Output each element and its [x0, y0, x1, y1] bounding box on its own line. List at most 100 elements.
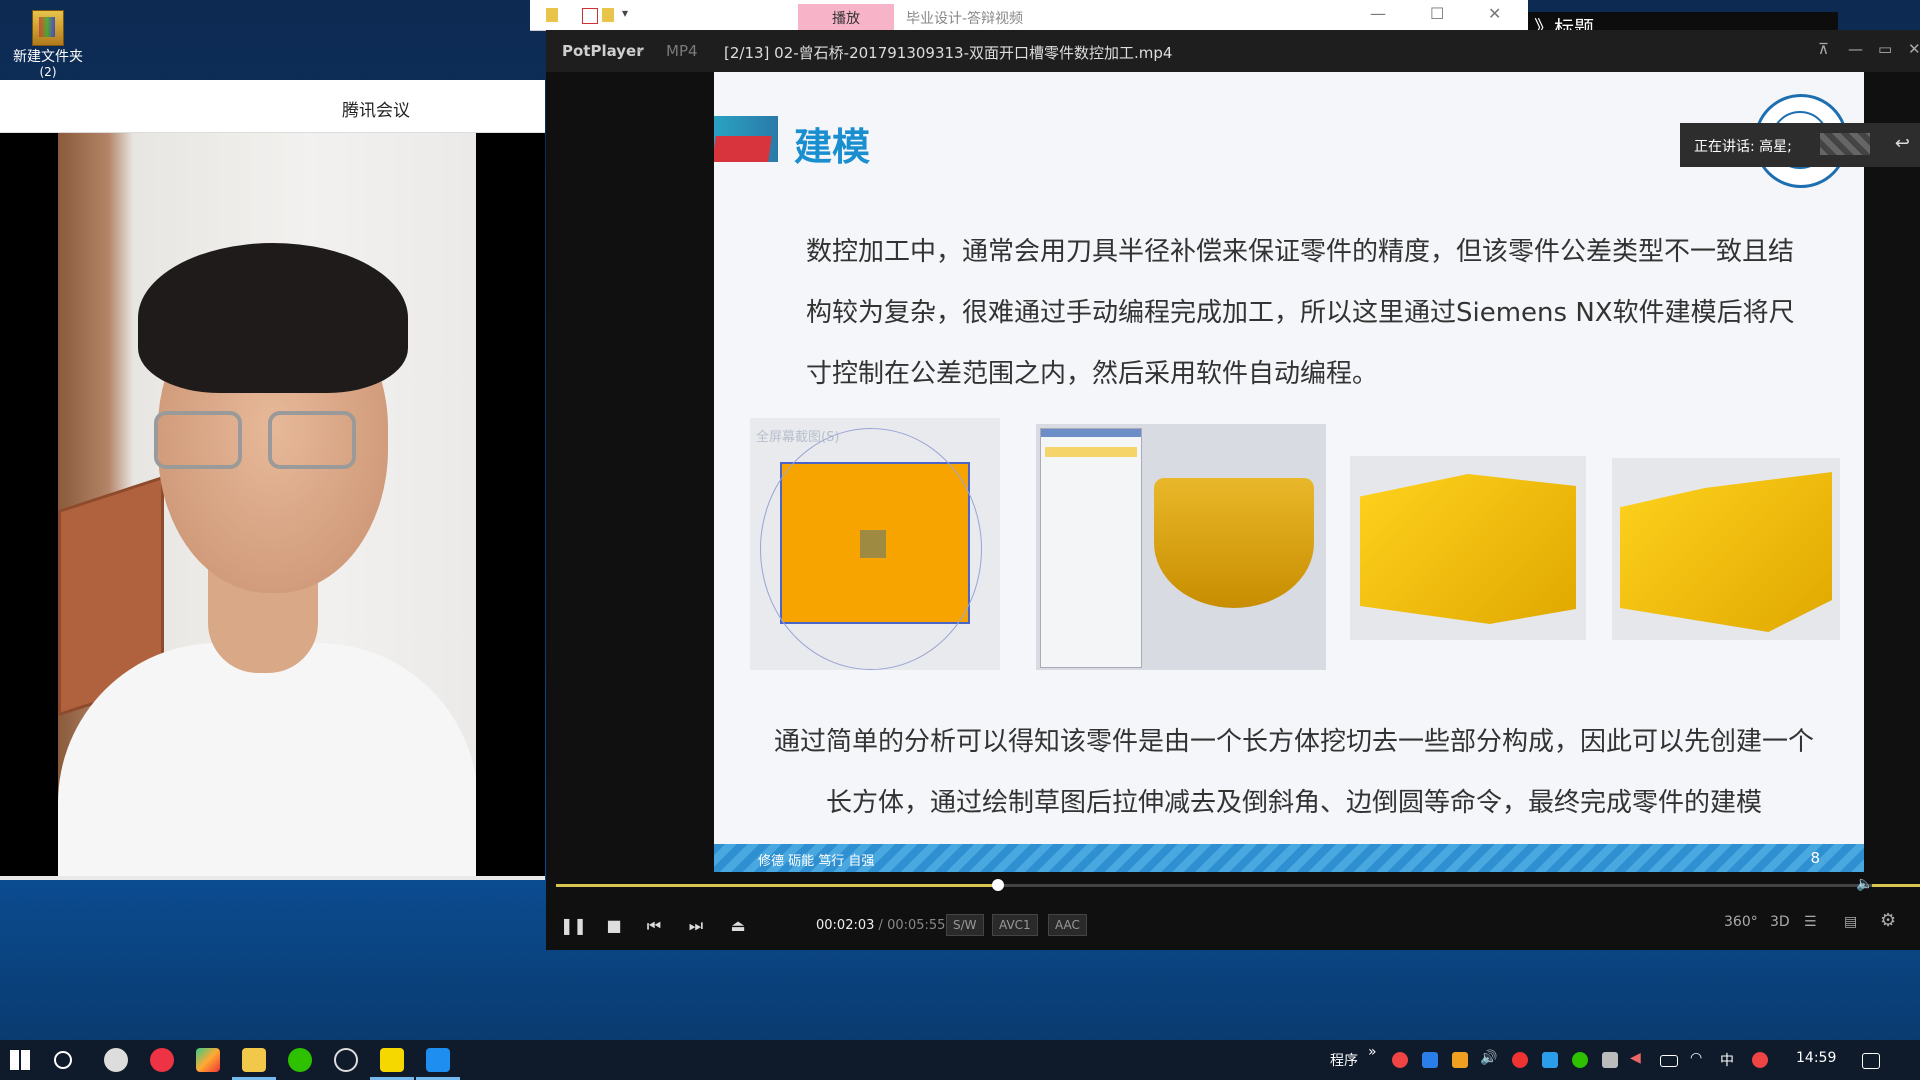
playlist-search-icon[interactable]: ☰	[1804, 914, 1817, 930]
tencent-meeting-icon[interactable]	[426, 1048, 450, 1072]
chapter-icon[interactable]: ▤	[1844, 914, 1857, 930]
eject-icon[interactable]: ⏏	[726, 914, 750, 938]
tray-app-icon[interactable]	[1452, 1052, 1468, 1068]
previous-icon[interactable]: ⏮	[642, 914, 666, 938]
potplayer-titlebar: PotPlayer ⌄ MP4 [2/13] 02-曾石桥-2017913093…	[546, 30, 1920, 72]
video-frame-slide[interactable]: 建模 数控加工中，通常会用刀具半径补偿来保证零件的精度，但该零件公差类型不一致且…	[714, 72, 1864, 872]
close-icon[interactable]: ✕	[1488, 4, 1501, 23]
extruded-block	[1154, 478, 1314, 608]
glasses-right	[268, 411, 356, 469]
time-separator: /	[878, 918, 883, 933]
checklist-icon[interactable]	[582, 8, 598, 24]
modeling-dialog-image	[1036, 424, 1326, 670]
windows-start-icon[interactable]	[10, 1050, 30, 1070]
seek-progress	[556, 884, 998, 887]
audio-codec-badge[interactable]: AAC	[1048, 914, 1087, 936]
dropdown-icon[interactable]: ▾	[622, 6, 628, 20]
close-icon[interactable]: ✕	[1908, 40, 1920, 58]
search-icon[interactable]	[54, 1051, 72, 1069]
potplayer-taskbar-icon[interactable]	[380, 1048, 404, 1072]
maximize-icon[interactable]: ▭	[1878, 40, 1892, 58]
glasses-left	[154, 411, 242, 469]
explorer-title: 毕业设计-答辩视频	[906, 11, 1024, 27]
notification-icon[interactable]	[1862, 1053, 1880, 1069]
person-shirt	[58, 643, 476, 876]
settings-icon[interactable]: ⚙	[1880, 910, 1896, 931]
meeting-titlebar: 腾讯会议	[0, 80, 545, 133]
file-title: [2/13] 02-曾石桥-201791309313-双面开口槽零件数控加工.m…	[724, 44, 1173, 62]
reply-icon[interactable]: ↩	[1895, 133, 1910, 154]
volume-slider[interactable]	[1872, 884, 1920, 887]
slide-heading: 建模	[794, 125, 871, 169]
battery-icon[interactable]	[1660, 1055, 1678, 1067]
minimize-icon[interactable]: —	[1370, 4, 1386, 23]
tray-app-icon[interactable]	[1512, 1052, 1528, 1068]
sketch-drawing-image: 全屏幕截图(S)	[750, 418, 1000, 670]
meeting-bottom-edge	[0, 876, 545, 880]
part-model-2	[1620, 472, 1832, 632]
desktop-folder-icon[interactable]: 新建文件夹 (2)	[4, 8, 92, 78]
display-icon[interactable]	[1602, 1052, 1618, 1068]
meeting-title: 腾讯会议	[342, 101, 410, 121]
app-icon[interactable]	[150, 1048, 174, 1072]
stop-icon[interactable]: ■	[602, 914, 626, 938]
person-hair	[138, 243, 408, 393]
pin-icon[interactable]: ⊼	[1818, 40, 1829, 58]
desktop-folder-label: 新建文件夹	[13, 49, 83, 65]
slide-paragraph-2: 通过简单的分析可以得知该零件是由一个长方体挖切去一些部分构成，因此可以先创建一个…	[774, 727, 1815, 818]
seek-handle[interactable]	[991, 879, 1004, 891]
pause-icon[interactable]: ❚❚	[560, 914, 587, 938]
360-icon[interactable]: 360°	[1724, 914, 1758, 930]
part-model-1	[1360, 474, 1576, 624]
footer-motto: 修德 砺能 笃行 自强	[758, 854, 875, 869]
folder-icon[interactable]	[602, 8, 614, 22]
image-viewer-icon[interactable]	[196, 1048, 220, 1072]
minimize-icon[interactable]: —	[1848, 40, 1863, 58]
wifi-icon[interactable]: ◠	[1690, 1050, 1702, 1066]
ime-indicator[interactable]: 中	[1720, 1050, 1734, 1070]
chevron-down-icon[interactable]: ⌄	[636, 42, 645, 55]
potplayer-menu-button[interactable]: PotPlayer	[562, 42, 644, 60]
heading-accent-red	[714, 136, 772, 162]
current-time: 00:02:03	[816, 918, 875, 933]
tray-app-icon[interactable]	[1752, 1052, 1768, 1068]
time-display: 00:02:03 / 00:05:55	[816, 918, 945, 933]
wechat-icon[interactable]	[288, 1048, 312, 1072]
slide-footer: 修德 砺能 笃行 自强 8	[714, 844, 1864, 872]
duration: 00:05:55	[887, 918, 946, 933]
slide-page-number: 8	[1810, 849, 1820, 867]
file-explorer-icon[interactable]	[242, 1048, 266, 1072]
speaking-label: 正在讲话: 高星;	[1694, 139, 1792, 155]
folder-icon	[32, 10, 64, 46]
renderer-badge[interactable]: S/W	[946, 914, 984, 936]
volume-icon[interactable]: 🔈	[1856, 876, 1873, 892]
next-icon[interactable]: ⏭	[684, 914, 708, 938]
tray-app-icon[interactable]	[1422, 1052, 1438, 1068]
folder-icon	[546, 8, 558, 22]
tray-label[interactable]: 程序	[1330, 1050, 1358, 1070]
tray-expand-icon[interactable]: »	[1368, 1044, 1377, 1060]
taskbar: 程序 » 🔊 ◀ ◠ 中 14:59	[0, 1040, 1920, 1080]
part-model-image-1	[1350, 456, 1586, 640]
clock[interactable]: 14:59	[1796, 1050, 1836, 1066]
explorer-titlebar: ▾ 播放 毕业设计-答辩视频 — ☐ ✕	[530, 0, 1528, 31]
desktop-folder-sublabel: (2)	[39, 65, 57, 79]
format-label: MP4	[666, 42, 698, 60]
shield-icon[interactable]	[1542, 1052, 1558, 1068]
video-codec-badge[interactable]: AVC1	[992, 914, 1038, 936]
tray-app-icon[interactable]	[1392, 1052, 1408, 1068]
maximize-icon[interactable]: ☐	[1430, 4, 1444, 23]
wechat-tray-icon[interactable]	[1572, 1052, 1588, 1068]
slide-paragraph-1: 数控加工中，通常会用刀具半径补偿来保证零件的精度，但该零件公差类型不一致且结构较…	[806, 237, 1795, 389]
blurred-name	[1820, 133, 1870, 155]
browser-icon[interactable]	[104, 1048, 128, 1072]
seek-bar[interactable]	[556, 879, 1894, 891]
mute-icon[interactable]: ◀	[1630, 1050, 1641, 1066]
speaker-icon[interactable]: 🔊	[1480, 1050, 1497, 1066]
nx-dialog-panel	[1040, 428, 1142, 668]
speaking-indicator: 正在讲话: 高星; ↩	[1680, 123, 1920, 167]
steam-icon[interactable]	[334, 1048, 358, 1072]
tab-play[interactable]: 播放	[798, 4, 894, 30]
3d-icon[interactable]: 3D	[1770, 914, 1790, 930]
participant-video[interactable]	[58, 133, 476, 876]
